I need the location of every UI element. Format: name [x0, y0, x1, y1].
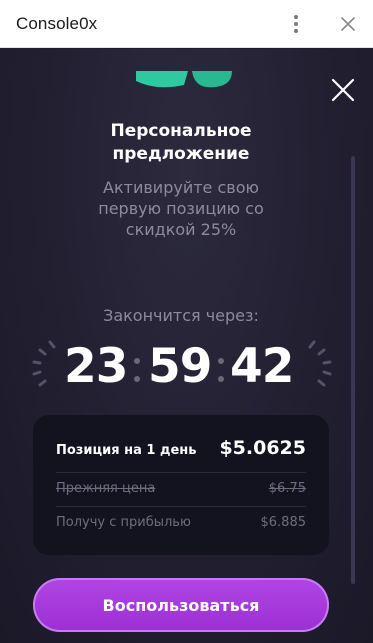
price-row-profit: Получу с прибылью $6.885 [56, 515, 306, 535]
old-price-label: Прежняя цена [56, 481, 156, 496]
window-titlebar: Console0x [0, 0, 373, 48]
timer-minutes: 59 [148, 339, 212, 394]
timer-hours: 23 [64, 339, 128, 394]
more-vertical-icon[interactable] [288, 14, 304, 34]
scrollbar[interactable] [351, 156, 355, 584]
window-title: Console0x [16, 13, 98, 33]
activate-offer-button[interactable]: Воспользоваться [33, 578, 329, 632]
divider [56, 506, 306, 507]
timer-label: Закончится через: [103, 306, 259, 325]
close-offer-icon[interactable] [330, 77, 356, 103]
price-row-old: Прежняя цена $6.75 [56, 481, 306, 501]
timer-separator [134, 376, 140, 382]
timer-ticks-right-icon [308, 340, 332, 387]
profit-label: Получу с прибылью [56, 515, 191, 530]
price-card: Позиция на 1 день $5.0625 Прежняя цена $… [33, 415, 329, 555]
price-main-label: Позиция на 1 день [56, 443, 197, 458]
price-main-value: $5.0625 [219, 437, 306, 459]
divider [56, 472, 306, 473]
timer-separator [218, 358, 224, 364]
profit-value: $6.885 [260, 515, 307, 530]
old-price-value: $6.75 [268, 481, 306, 496]
offer-illustration-icon [136, 71, 232, 88]
timer-separator [134, 358, 140, 364]
offer-panel: Персональное предложение Активируйте сво… [0, 49, 373, 643]
countdown-timer: 23 59 42 [60, 339, 310, 395]
price-row-main: Позиция на 1 день $5.0625 [56, 435, 306, 465]
timer-ticks-left-icon [32, 340, 56, 387]
offer-subtext: Активируйте свою первую позицию со скидк… [98, 178, 264, 239]
timer-seconds: 42 [230, 339, 294, 394]
timer-separator [218, 376, 224, 382]
close-icon[interactable] [339, 15, 357, 33]
offer-heading: Персональное предложение [110, 121, 252, 164]
